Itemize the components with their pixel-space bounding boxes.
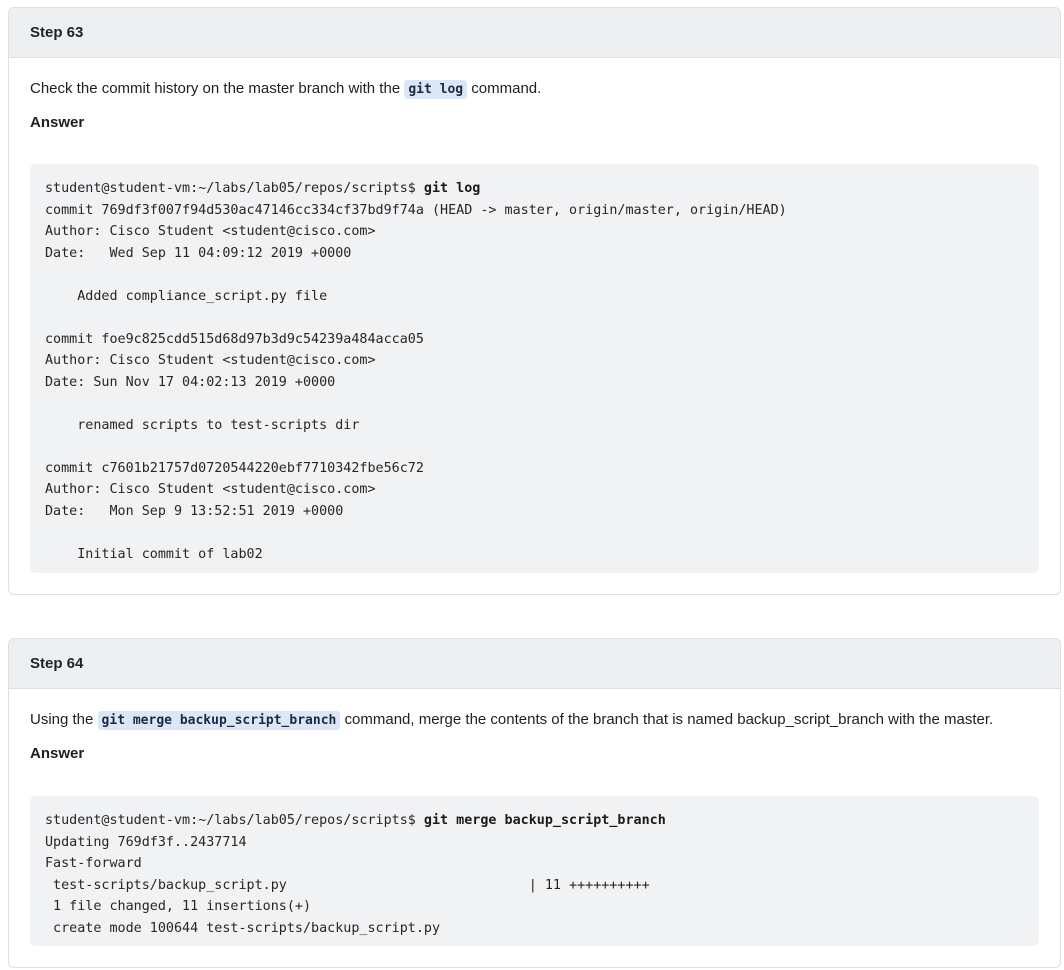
terminal-output-line: Initial commit of lab02 [45,546,263,562]
instruction-text: command, merge the contents of the branc… [340,711,994,728]
answer-label: Answer [30,114,85,131]
shell-command: git log [423,181,481,196]
terminal-output-line: commit foe9c825cdd515d68d97b3d9c54239a48… [45,331,424,347]
terminal-output-line: Author: Cisco Student <student@cisco.com… [45,353,376,368]
terminal-output-line: Fast-forward [45,856,142,871]
terminal-output-line [45,393,1024,415]
shell-prompt: student@student-vm:~/labs/lab05/repos/sc… [45,181,424,196]
step-title: Step 63 [9,8,1060,58]
terminal-output-line: renamed scripts to test-scripts dir [45,417,360,433]
terminal-output: student@student-vm:~/labs/lab05/repos/sc… [30,796,1039,946]
instruction-text: command. [467,80,542,97]
terminal-output-line: Date: Sun Nov 17 04:02:13 2019 +0000 [45,374,336,390]
shell-prompt: student@student-vm:~/labs/lab05/repos/sc… [45,813,424,828]
terminal-output-line: commit c7601b21757d0720544220ebf7710342f… [45,460,424,476]
terminal-output-line: create mode 100644 test-scripts/backup_s… [45,920,441,936]
step-title: Step 64 [9,639,1060,689]
inline-command: git merge backup_script_branch [97,711,341,730]
step-card-63: Step 63 Check the commit history on the … [8,7,1061,595]
terminal-prompt-line: student@student-vm:~/labs/lab05/repos/sc… [45,810,1024,832]
answer-label: Answer [30,745,85,762]
terminal-output-line [45,436,1024,458]
terminal-output-line: 1 file changed, 11 insertions(+) [45,899,312,914]
shell-command: git merge backup_script_branch [423,813,666,828]
terminal-output-line: test-scripts/backup_script.py | 11 +++++… [45,877,650,893]
terminal-output-line: Updating 769df3f..2437714 [45,834,247,850]
instruction-text: Using the [30,711,98,728]
terminal-output-line: Author: Cisco Student <student@cisco.com… [45,482,376,497]
step-instruction: Using the git merge backup_script_branch… [30,711,994,730]
terminal-output-line [45,264,1024,286]
terminal-output-line: Date: Mon Sep 9 13:52:51 2019 +0000 [45,503,344,519]
terminal-output-line [45,522,1024,544]
terminal-output: student@student-vm:~/labs/lab05/repos/sc… [30,164,1039,573]
terminal-output-line: Date: Wed Sep 11 04:09:12 2019 +0000 [45,245,352,261]
terminal-output-line: commit 769df3f007f94d530ac47146cc334cf37… [45,202,787,218]
instruction-text: Check the commit history on the master b… [30,80,405,97]
step-instruction: Check the commit history on the master b… [30,80,542,99]
terminal-output-line: Author: Cisco Student <student@cisco.com… [45,224,376,239]
terminal-prompt-line: student@student-vm:~/labs/lab05/repos/sc… [45,178,1024,200]
inline-command: git log [404,80,468,99]
step-card-64: Step 64 Using the git merge backup_scrip… [8,638,1061,968]
terminal-output-line: Added compliance_script.py file [45,288,328,304]
terminal-output-line [45,307,1024,329]
